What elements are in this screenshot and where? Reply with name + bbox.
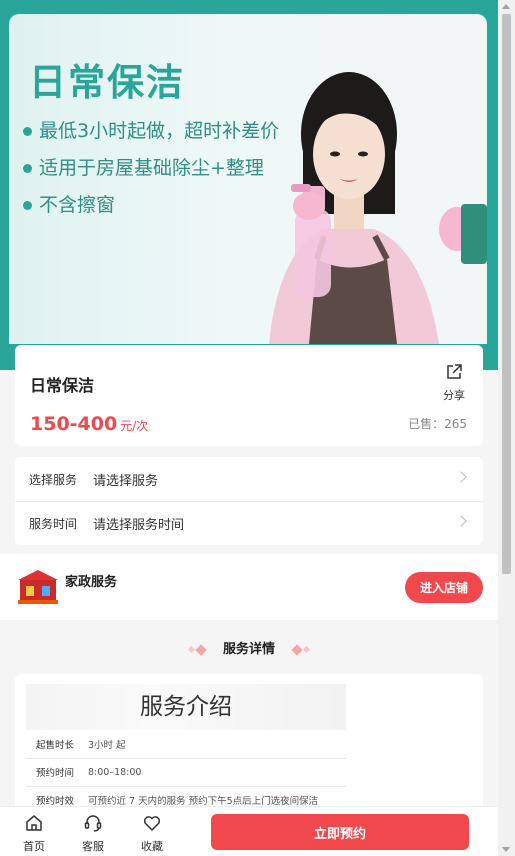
shop-section: 家政服务 进入店铺 [0, 554, 498, 620]
price-range: 150-400 [30, 413, 118, 435]
select-time-row[interactable]: 服务时间 请选择服务时间 [15, 501, 483, 545]
section-heading: 服务详情 [0, 638, 498, 657]
option-label: 选择服务 [29, 472, 78, 487]
banner-image: 日常保洁 最低3小时起做，超时补差价 适用于房屋基础除尘+整理 不含擦窗 [9, 14, 487, 344]
bullet-icon [23, 201, 32, 210]
product-info-card: 日常保洁 分享 150-400 元/次 已售：265 [15, 345, 483, 446]
intro-key: 预约时间 [36, 768, 75, 779]
chevron-right-icon [455, 471, 467, 483]
sold-count: 已售：265 [408, 417, 467, 431]
section-title: 服务详情 [222, 642, 275, 657]
options-card: 选择服务 请选择服务 服务时间 请选择服务时间 [15, 457, 483, 545]
diamond-icon [302, 645, 310, 654]
enter-shop-button[interactable]: 进入店铺 [405, 572, 483, 603]
heart-icon [143, 816, 161, 831]
shop-logo [16, 566, 60, 606]
favorite-label: 收藏 [141, 840, 163, 853]
chevron-right-icon [455, 515, 467, 527]
bottom-action-bar: 首页 客服 收藏 立即预约 [0, 806, 498, 856]
price: 150-400 元/次 [30, 413, 148, 435]
home-icon [26, 815, 42, 831]
intro-row: 预约时间 8:00–18:00 [26, 758, 346, 787]
share-icon [447, 364, 462, 379]
customer-service-button[interactable]: 客服 [73, 813, 113, 854]
bullet-icon [23, 164, 32, 173]
intro-key: 预约时效 [36, 796, 75, 807]
page: 日常保洁 最低3小时起做，超时补差价 适用于房屋基础除尘+整理 不含擦窗 日常保… [0, 0, 498, 856]
intro-key: 起售时长 [36, 740, 75, 751]
intro-row: 起售时长 3小时 起 [26, 730, 346, 759]
bullet-icon [23, 127, 32, 136]
product-name: 日常保洁 [30, 376, 95, 395]
share-button[interactable]: 分享 [441, 363, 467, 403]
scrollbar-thumb[interactable] [502, 14, 511, 574]
scrollbar[interactable] [498, 0, 515, 856]
intro-value: 可预约近 7 天内的服务 预约下午5点后上门选夜间保洁 [88, 796, 319, 807]
banner-title: 日常保洁 [29, 61, 185, 104]
intro-value: 8:00–18:00 [88, 766, 142, 778]
share-label: 分享 [443, 389, 465, 402]
intro-value: 3小时 起 [88, 740, 126, 751]
home-label: 首页 [23, 840, 45, 853]
service-label: 客服 [82, 840, 104, 853]
select-service-row[interactable]: 选择服务 请选择服务 [15, 457, 483, 502]
scroll-up-icon[interactable] [502, 4, 510, 9]
option-value: 请选择服务 [93, 473, 159, 489]
home-button[interactable]: 首页 [14, 813, 54, 854]
option-label: 服务时间 [29, 516, 78, 531]
product-banner: 日常保洁 最低3小时起做，超时补差价 适用于房屋基础除尘+整理 不含擦窗 [0, 0, 498, 370]
favorite-button[interactable]: 收藏 [132, 813, 172, 854]
headset-icon [84, 815, 102, 832]
book-now-button[interactable]: 立即预约 [211, 814, 469, 850]
diamond-icon [195, 643, 208, 656]
scroll-down-icon[interactable] [502, 847, 510, 852]
cleaner-photo [269, 72, 487, 344]
option-value: 请选择服务时间 [93, 517, 185, 533]
diamond-icon [290, 643, 303, 656]
price-unit: 元/次 [120, 419, 149, 433]
shop-name: 家政服务 [65, 575, 118, 590]
intro-title: 服务介绍 [26, 684, 346, 730]
